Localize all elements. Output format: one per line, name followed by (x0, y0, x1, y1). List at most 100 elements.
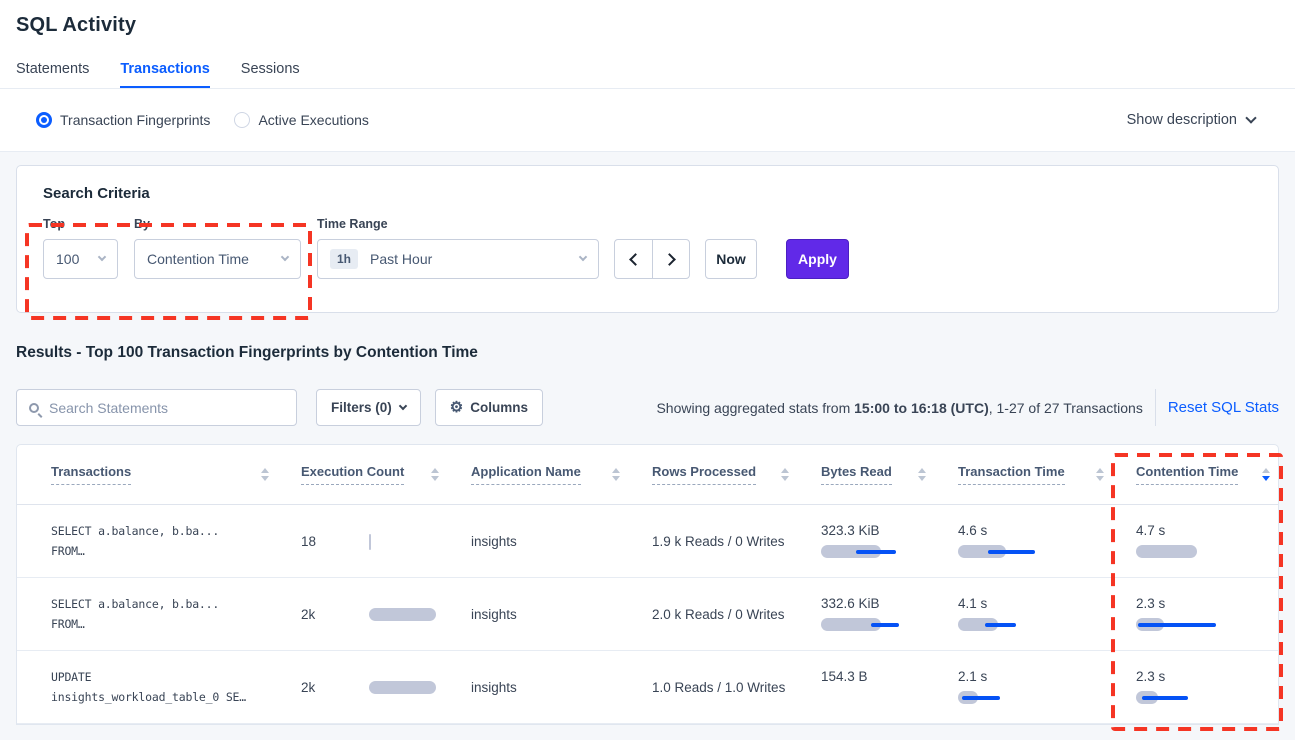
search-icon (29, 403, 39, 413)
transaction-fingerprint-link[interactable]: SELECT a.balance, b.ba...FROM… (51, 594, 301, 634)
by-select[interactable]: Contention Time (134, 239, 301, 279)
transaction-time-cell: 2.1 s (958, 669, 1136, 705)
by-field: By Contention Time (134, 217, 301, 279)
transaction-time-bar (958, 617, 1068, 632)
chevron-right-icon (663, 253, 676, 266)
column-header-rows-processed[interactable]: Rows Processed (652, 464, 821, 485)
time-range-value: Past Hour (370, 251, 432, 267)
filters-button[interactable]: Filters (0) (316, 389, 421, 426)
bytes-read-bar (821, 690, 931, 705)
chevron-down-icon (281, 253, 289, 261)
radio-label: Active Executions (258, 112, 369, 128)
transaction-time-bar (958, 544, 1068, 559)
search-criteria-heading: Search Criteria (43, 185, 1252, 202)
columns-button[interactable]: ⚙ Columns (435, 389, 543, 426)
execution-count-bar (369, 534, 471, 549)
search-criteria-card: Search Criteria Top 100 By Contention Ti… (16, 165, 1279, 313)
radio-label: Transaction Fingerprints (60, 112, 210, 128)
search-criteria-form: Top 100 By Contention Time Time Range (43, 217, 1252, 279)
application-name-cell: insights (471, 607, 652, 622)
filters-label: Filters (0) (331, 400, 392, 415)
sql-activity-page: SQL Activity Statements Transactions Ses… (0, 0, 1295, 740)
transaction-fingerprint-link[interactable]: SELECT a.balance, b.ba...FROM… (51, 521, 301, 561)
aggregated-stats-text: Showing aggregated stats from 15:00 to 1… (656, 400, 1142, 416)
column-label: Transactions (51, 464, 131, 485)
chevron-down-icon (399, 401, 407, 409)
transaction-time-cell: 4.1 s (958, 596, 1136, 632)
tab-sessions[interactable]: Sessions (241, 61, 300, 88)
top-value: 100 (56, 251, 79, 267)
stats-suffix: , 1-27 of 27 Transactions (989, 400, 1143, 416)
column-header-contention-time[interactable]: Contention Time (1136, 464, 1278, 485)
top-select[interactable]: 100 (43, 239, 118, 279)
show-description-toggle[interactable]: Show description (1127, 112, 1255, 128)
sort-icon[interactable] (431, 468, 439, 481)
toolbar-divider (1155, 389, 1156, 426)
rows-processed-cell: 1.9 k Reads / 0 Writes (652, 534, 821, 549)
next-range-button[interactable] (652, 240, 689, 278)
tab-bar: Statements Transactions Sessions (16, 61, 1279, 88)
radio-transaction-fingerprints[interactable]: Transaction Fingerprints (36, 112, 210, 128)
time-range-stepper (614, 239, 690, 279)
now-button[interactable]: Now (705, 239, 757, 279)
sort-icon[interactable] (781, 468, 789, 481)
gear-icon: ⚙ (450, 400, 463, 415)
transaction-fingerprint-link[interactable]: UPDATEinsights_workload_table_0 SE… (51, 667, 301, 707)
column-header-application-name[interactable]: Application Name (471, 464, 652, 485)
contention-time-bar (1136, 544, 1246, 559)
bytes-read-cell: 323.3 KiB (821, 523, 958, 559)
execution-count-bar (369, 680, 471, 695)
chevron-down-icon (98, 253, 106, 261)
by-label: By (134, 217, 301, 231)
bytes-read-bar (821, 544, 931, 559)
chevron-down-icon (1245, 112, 1256, 123)
sort-icon[interactable] (612, 468, 620, 481)
top-label: Top (43, 217, 134, 231)
execution-count-cell: 2k (301, 680, 471, 695)
results-heading: Results - Top 100 Transaction Fingerprin… (16, 344, 1279, 362)
bytes-read-cell: 332.6 KiB (821, 596, 958, 632)
execution-count-cell: 2k (301, 607, 471, 622)
rows-processed-cell: 2.0 k Reads / 0 Writes (652, 607, 821, 622)
reset-sql-stats-link[interactable]: Reset SQL Stats (1168, 399, 1279, 416)
bytes-read-cell: 154.3 B (821, 669, 958, 705)
column-label: Contention Time (1136, 464, 1238, 485)
apply-button[interactable]: Apply (786, 239, 849, 279)
columns-label: Columns (470, 400, 528, 415)
radio-active-executions[interactable]: Active Executions (234, 112, 369, 128)
column-header-transactions[interactable]: Transactions (51, 464, 301, 485)
transactions-table: Transactions Execution Count Application… (16, 444, 1279, 725)
search-input[interactable] (49, 400, 286, 416)
time-range-select[interactable]: 1h Past Hour (317, 239, 599, 279)
previous-range-button[interactable] (615, 240, 652, 278)
rows-processed-cell: 1.0 Reads / 1.0 Writes (652, 680, 821, 695)
column-label: Transaction Time (958, 464, 1065, 485)
radio-selected-icon[interactable] (36, 112, 52, 128)
contention-time-cell: 2.3 s (1136, 669, 1278, 705)
sort-icon[interactable] (918, 468, 926, 481)
contention-time-bar (1136, 617, 1246, 632)
column-label: Execution Count (301, 464, 404, 485)
time-range-label: Time Range (317, 217, 599, 231)
column-label: Application Name (471, 464, 581, 485)
sort-icon[interactable] (1262, 468, 1270, 481)
show-description-label: Show description (1127, 112, 1237, 128)
top-field: Top 100 (43, 217, 134, 279)
sort-icon[interactable] (1096, 468, 1104, 481)
column-header-execution-count[interactable]: Execution Count (301, 464, 471, 485)
stats-time-window: 15:00 to 16:18 (UTC) (854, 400, 989, 416)
tab-statements[interactable]: Statements (16, 61, 89, 88)
search-statements-box (16, 389, 297, 426)
transaction-time-bar (958, 690, 1068, 705)
page-content: Search Criteria Top 100 By Contention Ti… (0, 152, 1295, 725)
contention-time-cell: 2.3 s (1136, 596, 1278, 632)
radio-unselected-icon[interactable] (234, 112, 250, 128)
column-label: Rows Processed (652, 464, 756, 485)
sort-icon[interactable] (261, 468, 269, 481)
application-name-cell: insights (471, 680, 652, 695)
column-header-transaction-time[interactable]: Transaction Time (958, 464, 1136, 485)
column-header-bytes-read[interactable]: Bytes Read (821, 464, 958, 485)
tab-transactions[interactable]: Transactions (120, 61, 209, 88)
table-row: SELECT a.balance, b.ba...FROM… 18 insigh… (17, 505, 1278, 578)
page-header: SQL Activity Statements Transactions Ses… (0, 0, 1295, 89)
